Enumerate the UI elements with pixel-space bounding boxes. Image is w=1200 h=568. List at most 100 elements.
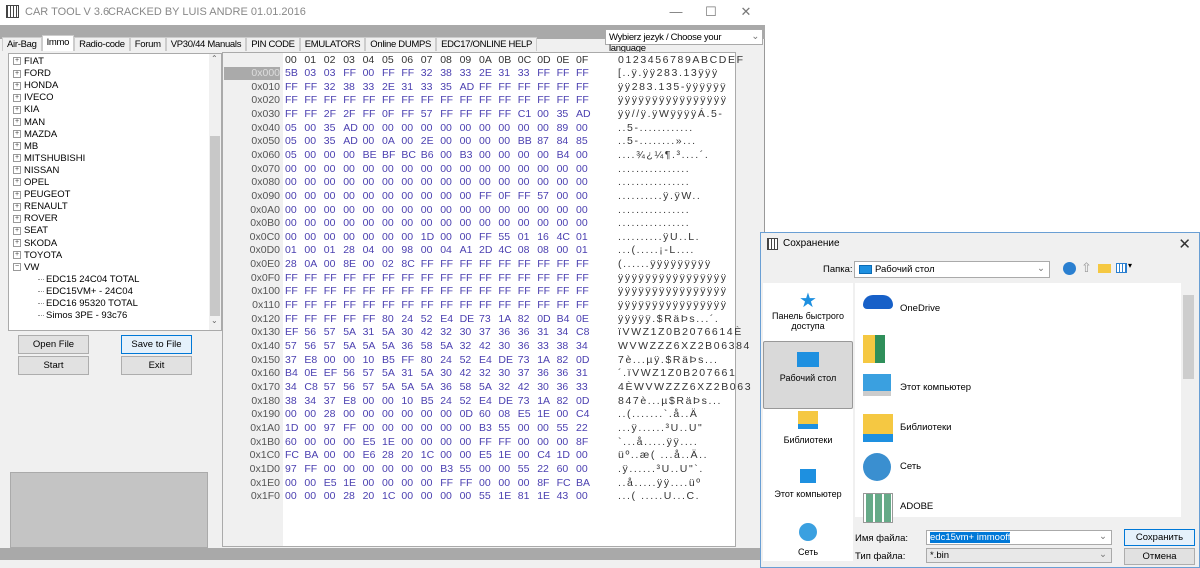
hex-byte[interactable]: FF xyxy=(304,108,322,121)
hex-byte[interactable]: 4C xyxy=(557,231,575,244)
hex-byte[interactable]: 00 xyxy=(460,217,478,230)
hex-byte[interactable]: 36 xyxy=(498,326,516,339)
hex-byte[interactable]: E4 xyxy=(440,313,458,326)
hex-byte[interactable]: B5 xyxy=(382,354,400,367)
hex-byte[interactable]: 10 xyxy=(363,354,381,367)
hex-byte[interactable]: 00 xyxy=(479,204,497,217)
hex-byte[interactable]: 89 xyxy=(557,122,575,135)
minimize-button[interactable]: — xyxy=(666,4,686,20)
hex-byte[interactable]: 55 xyxy=(479,490,497,503)
file-item[interactable]: OneDrive xyxy=(855,291,1175,327)
hex-byte[interactable]: 00 xyxy=(324,163,342,176)
hex-byte[interactable]: 00 xyxy=(363,67,381,80)
hex-byte[interactable]: 81 xyxy=(518,490,536,503)
hex-byte[interactable]: 36 xyxy=(537,367,555,380)
hex-byte[interactable]: 33 xyxy=(537,340,555,353)
hex-byte[interactable]: 30 xyxy=(460,326,478,339)
hex-byte[interactable]: FF xyxy=(401,94,419,107)
hex-byte[interactable]: 00 xyxy=(440,149,458,162)
hex-byte[interactable]: FF xyxy=(479,436,497,449)
tab-immo[interactable]: Immo xyxy=(41,35,75,51)
hex-byte[interactable]: FF xyxy=(518,285,536,298)
hex-byte[interactable]: B3 xyxy=(460,149,478,162)
hex-byte[interactable]: FF xyxy=(576,94,594,107)
hex-byte[interactable]: 00 xyxy=(401,135,419,148)
hex-byte[interactable]: 00 xyxy=(343,436,361,449)
hex-byte[interactable]: 2E xyxy=(479,67,497,80)
dialog-close-button[interactable]: ✕ xyxy=(1178,235,1191,253)
hex-byte[interactable]: FF xyxy=(557,81,575,94)
hex-byte[interactable]: 38 xyxy=(285,395,303,408)
hex-byte[interactable]: 33 xyxy=(421,81,439,94)
hex-byte[interactable]: BE xyxy=(363,149,381,162)
hex-byte[interactable]: FF xyxy=(460,94,478,107)
view-menu-icon[interactable] xyxy=(1116,263,1127,273)
hex-byte[interactable]: 8F xyxy=(576,436,594,449)
hex-byte[interactable]: 00 xyxy=(440,436,458,449)
hex-byte[interactable]: FF xyxy=(382,299,400,312)
hex-byte[interactable]: 28 xyxy=(285,258,303,271)
hex-byte[interactable]: 01 xyxy=(285,244,303,257)
hex-byte[interactable]: FF xyxy=(382,94,400,107)
hex-byte[interactable]: 00 xyxy=(576,163,594,176)
hex-byte[interactable]: 00 xyxy=(460,231,478,244)
hex-byte[interactable]: FF xyxy=(421,299,439,312)
hex-byte[interactable]: 30 xyxy=(498,340,516,353)
hex-byte[interactable]: FF xyxy=(518,81,536,94)
hex-byte[interactable]: BC xyxy=(401,149,419,162)
hex-byte[interactable]: 35 xyxy=(557,108,575,121)
place-this-pc[interactable]: Этот компьютер xyxy=(763,461,853,499)
hex-byte[interactable]: 57 xyxy=(324,340,342,353)
hex-byte[interactable]: 00 xyxy=(576,149,594,162)
hex-byte[interactable]: 00 xyxy=(324,190,342,203)
hex-byte[interactable]: 00 xyxy=(537,217,555,230)
expand-icon[interactable]: + xyxy=(13,57,21,66)
hex-byte[interactable]: 00 xyxy=(440,449,458,462)
hex-byte[interactable]: AD xyxy=(343,122,361,135)
tab-radio-code[interactable]: Radio-code xyxy=(74,37,130,51)
hex-byte[interactable]: 60 xyxy=(479,408,497,421)
hex-byte[interactable]: 00 xyxy=(285,176,303,189)
hex-byte[interactable]: E4 xyxy=(479,354,497,367)
hex-byte[interactable]: 0D xyxy=(537,313,555,326)
hex-byte[interactable]: FF xyxy=(440,272,458,285)
hex-byte[interactable]: 00 xyxy=(498,477,516,490)
hex-byte[interactable]: 58 xyxy=(421,340,439,353)
hex-byte[interactable]: FF xyxy=(557,258,575,271)
hex-byte[interactable]: 00 xyxy=(285,490,303,503)
hex-byte[interactable]: 00 xyxy=(557,217,575,230)
hex-byte[interactable]: 32 xyxy=(498,381,516,394)
tab-vp30-44-manuals[interactable]: VP30/44 Manuals xyxy=(165,37,247,51)
hex-byte[interactable]: 32 xyxy=(421,67,439,80)
hex-byte[interactable]: 00 xyxy=(324,449,342,462)
hex-byte[interactable]: E6 xyxy=(363,449,381,462)
hex-byte[interactable]: 00 xyxy=(363,231,381,244)
hex-byte[interactable]: 00 xyxy=(421,477,439,490)
hex-byte[interactable]: 00 xyxy=(324,354,342,367)
hex-byte[interactable]: FF xyxy=(518,258,536,271)
hex-byte[interactable]: FF xyxy=(285,313,303,326)
hex-byte[interactable]: 37 xyxy=(324,395,342,408)
hex-byte[interactable]: FF xyxy=(401,108,419,121)
hex-byte[interactable]: 00 xyxy=(498,204,516,217)
hex-byte[interactable]: E5 xyxy=(363,436,381,449)
hex-byte[interactable]: 36 xyxy=(440,381,458,394)
hex-byte[interactable]: 20 xyxy=(401,449,419,462)
hex-byte[interactable]: 00 xyxy=(537,163,555,176)
hex-byte[interactable]: BA xyxy=(576,477,594,490)
hex-byte[interactable]: 5A xyxy=(382,381,400,394)
place-quick-access[interactable]: ★ Панель быстрого доступа xyxy=(763,291,853,331)
hex-byte[interactable]: B4 xyxy=(557,313,575,326)
hex-byte[interactable]: 56 xyxy=(304,340,322,353)
hex-byte[interactable]: 57 xyxy=(421,108,439,121)
hex-byte[interactable]: 00 xyxy=(304,163,322,176)
hex-byte[interactable]: 2D xyxy=(479,244,497,257)
back-icon[interactable] xyxy=(1063,262,1076,275)
hex-byte[interactable]: 00 xyxy=(363,395,381,408)
hex-byte[interactable]: 00 xyxy=(460,436,478,449)
hex-byte[interactable]: 32 xyxy=(324,81,342,94)
hex-byte[interactable]: 00 xyxy=(576,490,594,503)
hex-byte[interactable]: 1E xyxy=(498,449,516,462)
hex-byte[interactable]: 28 xyxy=(324,408,342,421)
hex-byte[interactable]: FF xyxy=(498,108,516,121)
